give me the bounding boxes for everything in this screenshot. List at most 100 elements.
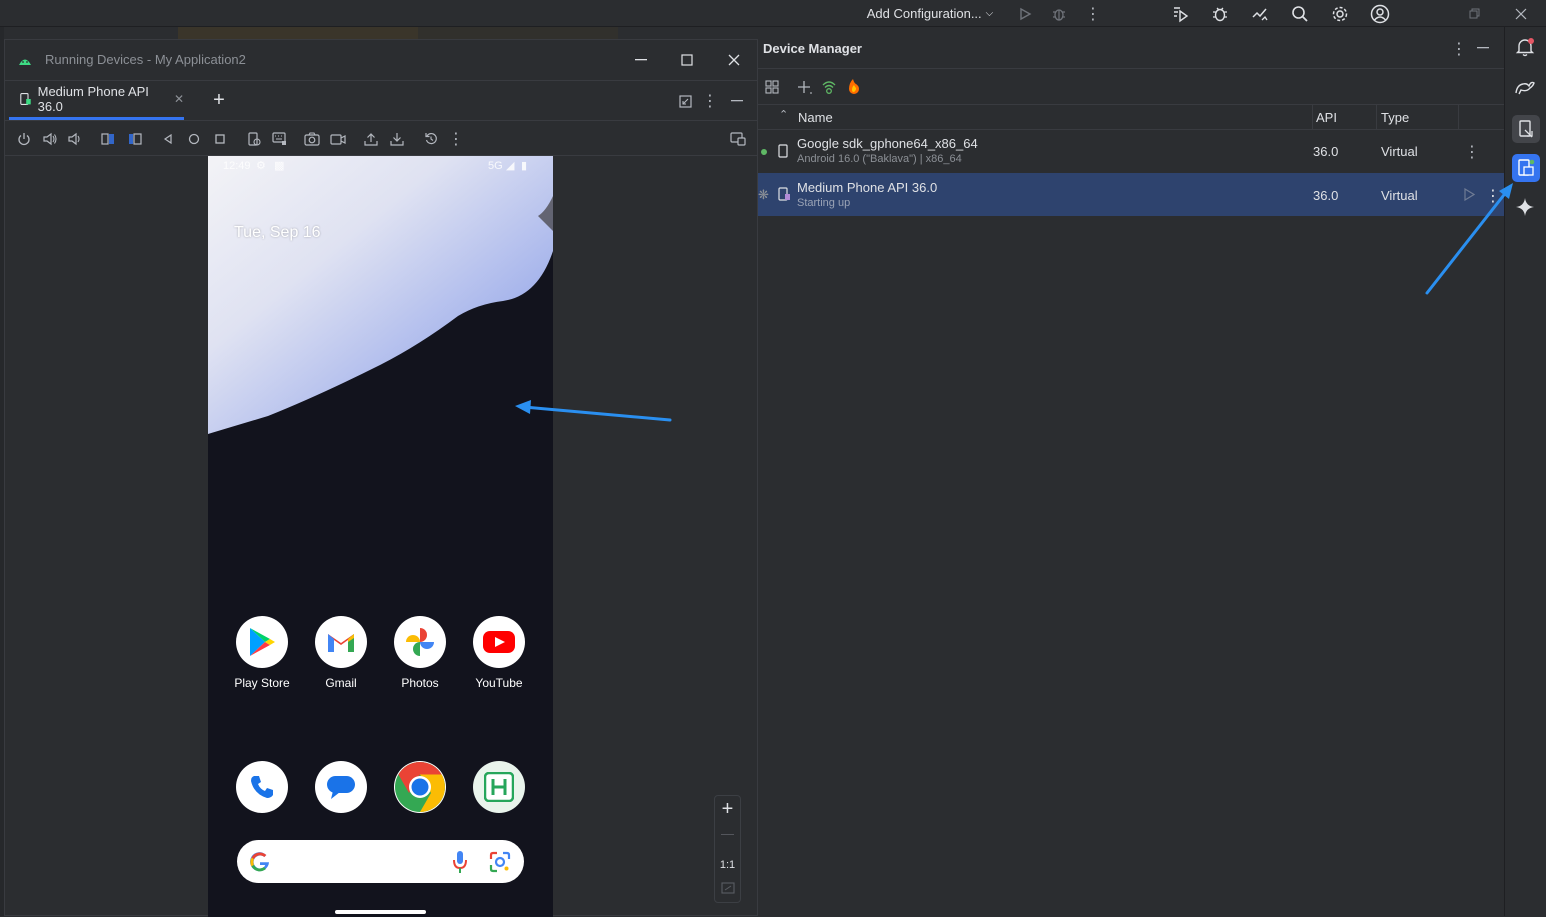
close-tab-icon[interactable]: ✕ <box>174 92 184 106</box>
app-youtube[interactable]: YouTube <box>464 616 534 690</box>
volume-down-icon <box>68 132 80 146</box>
wifi-pairing-icon[interactable] <box>821 79 837 95</box>
gesture-nav-pill[interactable] <box>335 910 426 914</box>
status-time: 12:49 <box>223 160 251 172</box>
device-manager-icon <box>1518 159 1535 176</box>
rotate-left-button[interactable] <box>99 130 117 148</box>
main-toolbar: Add Configuration... ⌵ ⋮ <box>0 0 1546 27</box>
panel-options-button[interactable]: ⋮ <box>1451 39 1467 59</box>
upload-button[interactable] <box>362 130 380 148</box>
screenshot-button[interactable] <box>303 130 321 148</box>
overview-button[interactable] <box>212 130 228 148</box>
close-window-button[interactable] <box>722 48 746 72</box>
search-button[interactable] <box>1288 0 1312 27</box>
maximize-window-button[interactable] <box>675 48 699 72</box>
firebase-icon[interactable] <box>847 78 861 95</box>
sim-status-icon: ▩ <box>274 160 285 172</box>
account-button[interactable] <box>1368 0 1392 27</box>
lens-icon[interactable] <box>489 851 511 873</box>
zoom-fit-button[interactable] <box>720 880 736 896</box>
restore-window-button[interactable] <box>1464 0 1484 27</box>
snapshot-button[interactable] <box>245 130 263 148</box>
gemini-button[interactable] <box>1515 197 1537 219</box>
settings-button[interactable] <box>1328 0 1352 27</box>
hide-panel-button[interactable] <box>1477 47 1489 49</box>
add-device-icon[interactable] <box>797 80 813 96</box>
run-button[interactable] <box>1014 0 1036 27</box>
debug-icon <box>1053 8 1065 21</box>
minimize-icon <box>731 100 743 102</box>
back-button[interactable] <box>160 130 176 148</box>
google-search-bar[interactable] <box>237 840 524 883</box>
rotate-right-button[interactable] <box>126 130 144 148</box>
sort-ascending-icon[interactable]: ⌃ <box>779 108 788 121</box>
app-photos[interactable]: Photos <box>385 616 455 690</box>
zoom-out-button[interactable]: — <box>715 826 740 848</box>
background-window-edge <box>418 27 618 39</box>
device-options-button[interactable]: ⋮ <box>1485 186 1501 206</box>
chevron-down-icon: ⌵ <box>985 8 994 19</box>
power-button[interactable] <box>15 130 33 148</box>
profile-button[interactable] <box>1168 0 1192 27</box>
hide-panel-button[interactable] <box>728 91 746 111</box>
reset-button[interactable] <box>422 130 440 148</box>
download-button[interactable] <box>388 130 406 148</box>
device-tabs: Medium Phone API 36.0 ✕ + ⋮ <box>5 80 757 121</box>
sync-button[interactable] <box>1248 0 1272 27</box>
add-device-tab-button[interactable]: + <box>209 89 229 111</box>
wallpaper <box>208 156 553 434</box>
device-subtitle: Starting up <box>797 197 851 209</box>
search-icon <box>1292 5 1308 22</box>
device-manager-toggle[interactable] <box>1512 154 1540 182</box>
column-type[interactable]: Type <box>1381 110 1409 125</box>
app-h[interactable] <box>464 761 534 813</box>
gradle-button[interactable] <box>1514 77 1538 99</box>
more-icon: ⋮ <box>1085 5 1101 23</box>
device-tab-icon <box>20 93 31 105</box>
start-device-button[interactable] <box>1463 188 1475 201</box>
zoom-in-button[interactable]: + <box>715 798 740 820</box>
minimize-window-button[interactable] <box>629 48 653 72</box>
debug-button[interactable] <box>1047 0 1071 27</box>
close-icon <box>1515 8 1527 19</box>
close-window-button[interactable] <box>1510 0 1532 27</box>
more-toolbar-button[interactable]: ⋮ <box>448 130 464 148</box>
date-widget[interactable]: Tue, Sep 16 <box>234 224 321 242</box>
run-configuration-dropdown[interactable]: Add Configuration... ⌵ <box>860 0 1000 27</box>
notifications-button[interactable] <box>1515 37 1537 59</box>
device-status-dot <box>761 149 767 155</box>
mirror-button[interactable] <box>729 130 747 148</box>
app-phone[interactable] <box>227 761 297 813</box>
keyboard-button[interactable] <box>270 130 288 148</box>
app-chrome[interactable] <box>385 761 455 813</box>
app-play-store[interactable]: Play Store <box>227 616 297 690</box>
tab-medium-phone[interactable]: Medium Phone API 36.0 ✕ <box>9 81 184 120</box>
device-screen[interactable]: 12:49 ⚙ ▩ 5G ◢ ▮ Tue, Sep 16 Play Store … <box>208 156 553 917</box>
upload-icon <box>364 133 378 146</box>
mic-icon[interactable] <box>453 850 467 874</box>
device-manager-toolbar <box>758 68 1504 104</box>
profile-run-icon <box>1174 6 1189 22</box>
home-button[interactable] <box>186 130 202 148</box>
app-messages[interactable] <box>306 761 376 813</box>
more-actions-button[interactable]: ⋮ <box>1084 0 1102 27</box>
column-api[interactable]: API <box>1316 110 1337 125</box>
running-devices-toggle[interactable] <box>1512 115 1540 143</box>
table-row[interactable]: Google sdk_gphone64_x86_64 Android 16.0 … <box>758 130 1504 173</box>
device-options-button[interactable]: ⋮ <box>1464 142 1480 162</box>
volume-up-button[interactable] <box>40 130 58 148</box>
device-name: Medium Phone API 36.0 <box>797 180 938 195</box>
tab-options-button[interactable]: ⋮ <box>702 91 718 111</box>
device-grid-icon[interactable] <box>765 80 781 96</box>
restore-layout-button[interactable] <box>675 91 695 111</box>
volume-down-button[interactable] <box>65 130 83 148</box>
zoom-actual-size-button[interactable]: 1:1 <box>715 854 740 876</box>
table-row[interactable]: ❋ Medium Phone API 36.0 Starting up 36.0… <box>758 173 1504 216</box>
app-gmail[interactable]: Gmail <box>306 616 376 690</box>
column-divider <box>1312 105 1313 129</box>
attach-debugger-button[interactable] <box>1208 0 1232 27</box>
screen-record-button[interactable] <box>329 130 347 148</box>
phone-device-icon <box>778 144 788 158</box>
background-window-edge <box>178 27 418 39</box>
column-name[interactable]: Name <box>798 110 833 125</box>
